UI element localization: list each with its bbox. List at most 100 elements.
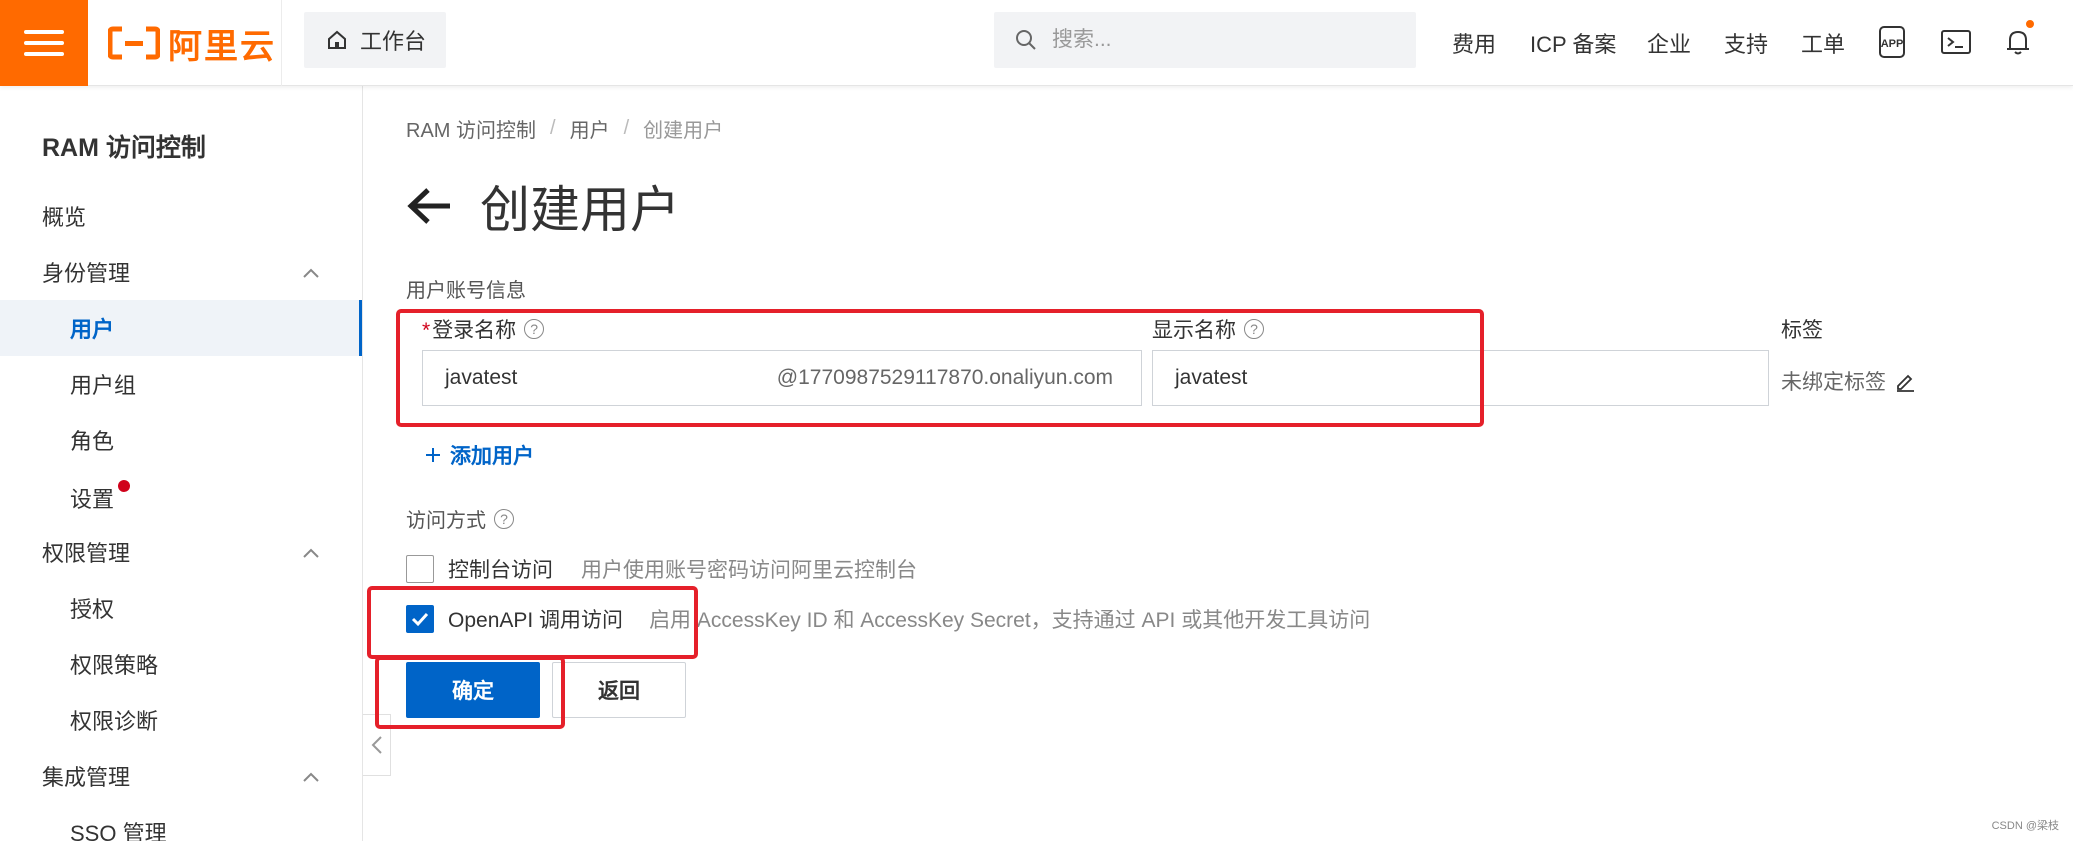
breadcrumb-separator: /	[550, 117, 556, 139]
required-mark: *	[422, 319, 431, 342]
svg-text:APP: APP	[1881, 38, 1904, 50]
access-method-label-text: 访问方式	[406, 510, 486, 532]
openapi-access-option: OpenAPI 调用访问 启用 AccessKey ID 和 AccessKey…	[406, 604, 1370, 634]
aliyun-logo-mark-icon	[108, 26, 160, 60]
sidebar: RAM 访问控制 概览 身份管理 用户 用户组 角色 设置 权限管理 授权 权限…	[0, 86, 363, 841]
console-access-option: 控制台访问 用户使用账号密码访问阿里云控制台	[406, 554, 917, 584]
top-navbar: 阿里云 工作台 费用 ICP 备案 企业 支持 工单 APP	[0, 0, 2073, 86]
sidebar-item-users[interactable]: 用户	[0, 300, 362, 356]
sidebar-item-label: 概览	[42, 205, 87, 230]
openapi-access-description: 启用 AccessKey ID 和 AccessKey Secret，支持通过 …	[649, 609, 1371, 632]
login-name-label: *登录名称 ?	[422, 314, 545, 344]
sidebar-item-label: SSO 管理	[70, 821, 167, 841]
workbench-button[interactable]: 工作台	[304, 12, 446, 68]
add-user-label: 添加用户	[450, 445, 534, 468]
help-icon[interactable]: ?	[494, 508, 514, 529]
sidebar-item-diagnostics[interactable]: 权限诊断	[0, 692, 362, 748]
edit-icon	[1897, 374, 1914, 392]
logo-text: 阿里云	[168, 27, 276, 66]
nav-ticket[interactable]: 工单	[1801, 0, 1845, 86]
breadcrumb-current: 创建用户	[643, 120, 724, 142]
chevron-up-icon	[303, 548, 319, 558]
display-name-label: 显示名称 ?	[1152, 314, 1264, 344]
console-access-label[interactable]: 控制台访问	[448, 554, 553, 584]
sidebar-item-grants[interactable]: 授权	[0, 580, 362, 636]
sidebar-item-roles[interactable]: 角色	[0, 412, 362, 468]
sidebar-item-label: 用户	[70, 317, 115, 342]
login-name-field[interactable]: javatest @1770987529117870.onaliyun.com	[422, 350, 1142, 406]
breadcrumb: RAM 访问控制 / 用户 / 创建用户	[406, 114, 723, 143]
sidebar-group-integration[interactable]: 集成管理	[0, 748, 362, 804]
confirm-button[interactable]: 确定	[406, 662, 540, 718]
account-section-label: 用户账号信息	[406, 280, 526, 302]
menu-icon[interactable]	[0, 0, 88, 86]
login-name-label-text: 登录名称	[432, 319, 517, 342]
console-access-description: 用户使用账号密码访问阿里云控制台	[581, 559, 917, 582]
access-method-label: 访问方式 ?	[406, 504, 514, 533]
display-name-label-text: 显示名称	[1152, 319, 1236, 342]
tags-label-text: 标签	[1781, 319, 1823, 342]
sidebar-item-label: 权限策略	[70, 653, 159, 678]
search-icon	[1016, 30, 1036, 50]
app-icon[interactable]: APP	[1874, 24, 1910, 60]
sidebar-item-sso[interactable]: SSO 管理	[0, 804, 362, 841]
chevron-up-icon	[303, 268, 319, 278]
sidebar-item-label: 权限诊断	[70, 709, 159, 734]
tags-label: 标签	[1781, 314, 1823, 344]
breadcrumb-separator: /	[623, 117, 630, 139]
check-icon	[411, 612, 429, 627]
aliyun-logo[interactable]: 阿里云	[108, 20, 276, 66]
page-title: 创建用户	[480, 182, 680, 238]
search-input[interactable]	[1052, 28, 1392, 52]
sidebar-item-label: 权限管理	[42, 541, 131, 566]
home-icon	[328, 30, 346, 49]
bell-icon	[2007, 30, 2029, 55]
openapi-access-label[interactable]: OpenAPI 调用访问	[448, 604, 623, 634]
sidebar-item-label: 身份管理	[42, 261, 131, 286]
watermark: CSDN @梁枝	[1991, 820, 2059, 832]
nav-icp[interactable]: ICP 备案	[1530, 0, 1616, 86]
nav-billing[interactable]: 费用	[1452, 0, 1496, 86]
sidebar-item-label: 用户组	[70, 373, 137, 398]
sidebar-item-label: 授权	[70, 597, 115, 622]
sidebar-item-label: 集成管理	[42, 765, 131, 790]
terminal-icon[interactable]	[1938, 24, 1974, 60]
add-user-button[interactable]: 添加用户	[424, 440, 534, 470]
help-icon[interactable]: ?	[1244, 319, 1264, 339]
sidebar-item-overview[interactable]: 概览	[0, 188, 362, 244]
sidebar-item-label: 设置	[70, 487, 115, 512]
sidebar-group-identity[interactable]: 身份管理	[0, 244, 362, 300]
console-access-checkbox[interactable]	[406, 555, 434, 583]
openapi-access-checkbox[interactable]	[406, 605, 434, 633]
display-name-field[interactable]: javatest	[1152, 350, 1769, 406]
search-box[interactable]	[994, 12, 1416, 68]
back-button[interactable]: 返回	[552, 662, 686, 718]
notification-dot	[2026, 20, 2034, 28]
sidebar-item-settings[interactable]: 设置	[0, 470, 362, 526]
login-name-value: javatest	[445, 366, 518, 389]
nav-enterprise[interactable]: 企业	[1647, 0, 1691, 86]
sidebar-collapse-button[interactable]	[363, 714, 391, 776]
login-name-domain-suffix: @1770987529117870.onaliyun.com	[776, 366, 1113, 389]
sidebar-group-permissions[interactable]: 权限管理	[0, 524, 362, 580]
notification-button[interactable]	[2000, 20, 2036, 60]
plus-icon	[426, 448, 440, 462]
back-arrow-icon[interactable]	[406, 186, 452, 226]
sidebar-item-policies[interactable]: 权限策略	[0, 636, 362, 692]
tags-edit[interactable]: 未绑定标签	[1781, 366, 1916, 396]
sidebar-item-label: 角色	[70, 429, 115, 454]
tags-value: 未绑定标签	[1781, 371, 1886, 394]
workbench-label: 工作台	[360, 29, 427, 54]
new-badge-dot	[118, 480, 131, 492]
page-header: 创建用户	[406, 170, 680, 242]
nav-support[interactable]: 支持	[1724, 0, 1768, 86]
breadcrumb-users[interactable]: 用户	[570, 114, 610, 143]
divider	[281, 0, 282, 86]
chevron-left-icon	[371, 736, 382, 754]
sidebar-item-user-groups[interactable]: 用户组	[0, 356, 362, 412]
display-name-value: javatest	[1175, 366, 1248, 389]
breadcrumb-ram[interactable]: RAM 访问控制	[406, 114, 536, 143]
chevron-up-icon	[303, 772, 319, 782]
help-icon[interactable]: ?	[524, 319, 545, 339]
sidebar-title: RAM 访问控制	[42, 134, 206, 162]
